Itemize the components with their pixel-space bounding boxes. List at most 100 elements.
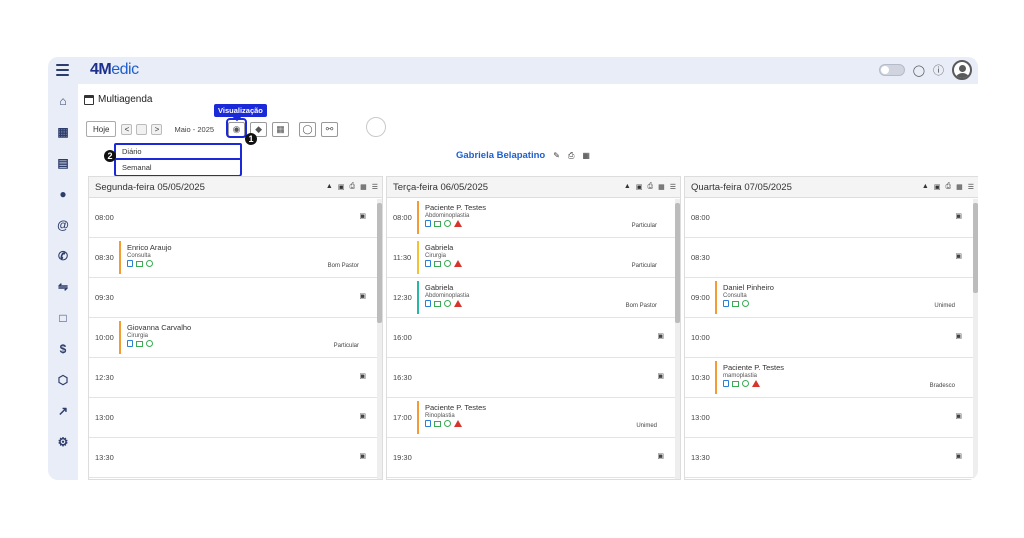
warning-icon[interactable]: ▲ xyxy=(922,183,929,191)
lock-icon[interactable]: ▣ xyxy=(955,252,962,260)
view-option-daily[interactable]: Diário xyxy=(114,143,242,160)
home-icon[interactable]: ⌂ xyxy=(55,93,71,109)
appointment[interactable]: Giovanna Carvalho Cirurgia Particular xyxy=(119,321,359,354)
whatsapp-icon[interactable] xyxy=(742,380,749,387)
mail-icon[interactable] xyxy=(136,261,143,267)
list-icon[interactable]: ☰ xyxy=(670,183,676,191)
appointment[interactable]: Gabriela Cirurgia Particular xyxy=(417,241,657,274)
time-slot[interactable]: 10:30 Paciente P. Testes mamoplastia Brades… xyxy=(685,358,978,398)
clipboard-icon[interactable] xyxy=(127,340,133,347)
calendar-icon[interactable]: ▦ xyxy=(582,151,590,160)
menu-icon[interactable] xyxy=(56,64,69,76)
whatsapp-icon[interactable] xyxy=(742,300,749,307)
mail-icon[interactable] xyxy=(136,341,143,347)
time-slot[interactable]: 08:00 ▣ xyxy=(685,198,978,238)
mail-icon[interactable] xyxy=(732,381,739,387)
car-icon[interactable]: ▤ xyxy=(55,155,71,171)
mail-icon[interactable] xyxy=(732,301,739,307)
time-slot[interactable]: 17:00 Paciente P. Testes Rinoplastia Unimed xyxy=(387,398,680,438)
scrollbar-thumb[interactable] xyxy=(675,203,680,323)
print-icon[interactable]: ⎙ xyxy=(349,183,355,191)
prev-button[interactable]: < xyxy=(121,123,133,135)
time-slot[interactable]: 08:30 ▣ xyxy=(685,238,978,278)
appointment[interactable]: Paciente P. Testes mamoplastia Bradesco xyxy=(715,361,955,394)
time-slot[interactable]: 12:30 Gabriela Abdominoplastia Bom Pastor xyxy=(387,278,680,318)
shuffle-icon[interactable]: ⇋ xyxy=(55,279,71,295)
chart-icon[interactable]: ↗ xyxy=(55,403,71,419)
time-slot[interactable]: 08:00 Paciente P. Testes Abdominoplastia Pa… xyxy=(387,198,680,238)
time-slot[interactable]: 08:30 Enrico Araujo Consulta Bom Pastor xyxy=(89,238,382,278)
clipboard-icon[interactable] xyxy=(425,420,431,427)
whatsapp-icon[interactable] xyxy=(146,340,153,347)
mail-icon[interactable] xyxy=(434,221,441,227)
clipboard-icon[interactable] xyxy=(723,300,729,307)
appointment[interactable]: Enrico Araujo Consulta Bom Pastor xyxy=(119,241,359,274)
calendar-icon[interactable]: ▦ xyxy=(658,183,665,191)
time-slot[interactable]: 09:30 ▣ xyxy=(89,278,382,318)
appointment[interactable]: Gabriela Abdominoplastia Bom Pastor xyxy=(417,281,657,314)
mail-icon[interactable] xyxy=(434,421,441,427)
calendar-icon[interactable]: ▦ xyxy=(956,183,963,191)
list-icon[interactable]: ☰ xyxy=(968,183,974,191)
day-scrollbar[interactable] xyxy=(973,199,978,479)
at-icon[interactable]: @ xyxy=(55,217,71,233)
whatsapp-icon[interactable] xyxy=(444,220,451,227)
whatsapp-icon[interactable] xyxy=(444,420,451,427)
time-slot[interactable]: 10:00 Giovanna Carvalho Cirurgia Particular xyxy=(89,318,382,358)
lock-icon[interactable]: ▣ xyxy=(359,452,366,460)
lock-icon[interactable]: ▣ xyxy=(955,452,962,460)
calendar-icon[interactable]: ▦ xyxy=(360,183,367,191)
time-slot[interactable]: 13:30 ▣ xyxy=(685,438,978,478)
lock-icon[interactable]: ▣ xyxy=(657,332,664,340)
theme-toggle[interactable] xyxy=(878,64,905,76)
day-scrollbar[interactable] xyxy=(377,199,382,479)
list-icon[interactable]: ☰ xyxy=(372,183,378,191)
gear-icon[interactable]: ⚙ xyxy=(55,434,71,450)
print-icon[interactable]: ⎙ xyxy=(568,151,574,161)
lock-icon[interactable]: ▣ xyxy=(338,183,345,191)
whatsapp-button[interactable]: ◯ xyxy=(299,121,317,137)
whatsapp-icon[interactable] xyxy=(444,260,451,267)
mail-icon[interactable] xyxy=(434,301,441,307)
print-icon[interactable]: ⎙ xyxy=(647,183,653,191)
scrollbar-thumb[interactable] xyxy=(973,203,978,293)
lock-icon[interactable]: ▣ xyxy=(955,212,962,220)
time-slot[interactable]: 11:30 Gabriela Cirurgia Particular xyxy=(387,238,680,278)
clipboard-icon[interactable] xyxy=(425,300,431,307)
today-button[interactable]: Hoje xyxy=(86,121,117,137)
whatsapp-icon[interactable] xyxy=(146,260,153,267)
globe-button[interactable]: ⚯ xyxy=(321,121,339,137)
lock-icon[interactable]: ▣ xyxy=(636,183,643,191)
lock-icon[interactable]: ▣ xyxy=(359,372,366,380)
day-scrollbar[interactable] xyxy=(675,199,680,479)
clipboard-icon[interactable] xyxy=(723,380,729,387)
clipboard-icon[interactable] xyxy=(425,220,431,227)
time-slot[interactable]: 09:00 Daniel Pinheiro Consulta Unimed xyxy=(685,278,978,318)
box-icon[interactable]: ⬡ xyxy=(55,372,71,388)
whatsapp-icon[interactable] xyxy=(444,300,451,307)
logo[interactable]: 4Medic xyxy=(90,61,139,79)
time-slot[interactable]: 10:00 ▣ xyxy=(685,318,978,358)
view-option-weekly[interactable]: Semanal xyxy=(114,160,242,177)
lock-icon[interactable]: ▣ xyxy=(657,452,664,460)
doctor-name[interactable]: Gabriela Belapatino xyxy=(456,150,545,161)
avatar[interactable] xyxy=(952,60,972,80)
chat-icon[interactable]: ◯ xyxy=(913,64,925,77)
warning-icon[interactable]: ▲ xyxy=(326,183,333,191)
dollar-icon[interactable]: $ xyxy=(55,341,71,357)
lock-icon[interactable]: ▣ xyxy=(955,332,962,340)
calendar-icon[interactable]: ▦ xyxy=(55,124,71,140)
lock-icon[interactable]: ▣ xyxy=(359,412,366,420)
time-slot[interactable]: 12:30 ▣ xyxy=(89,358,382,398)
mail-icon[interactable] xyxy=(434,261,441,267)
lock-icon[interactable]: ▣ xyxy=(657,372,664,380)
time-slot[interactable]: 13:00 ▣ xyxy=(685,398,978,438)
help-icon[interactable]: ⓘ xyxy=(933,62,944,78)
time-slot[interactable]: 16:00 ▣ xyxy=(387,318,680,358)
clipboard-icon[interactable] xyxy=(425,260,431,267)
calendar-button[interactable]: ▦ xyxy=(272,121,290,137)
time-slot[interactable]: 16:30 ▣ xyxy=(387,358,680,398)
lock-icon[interactable]: ▣ xyxy=(955,412,962,420)
warning-icon[interactable]: ▲ xyxy=(624,183,631,191)
lock-icon[interactable]: ▣ xyxy=(934,183,941,191)
